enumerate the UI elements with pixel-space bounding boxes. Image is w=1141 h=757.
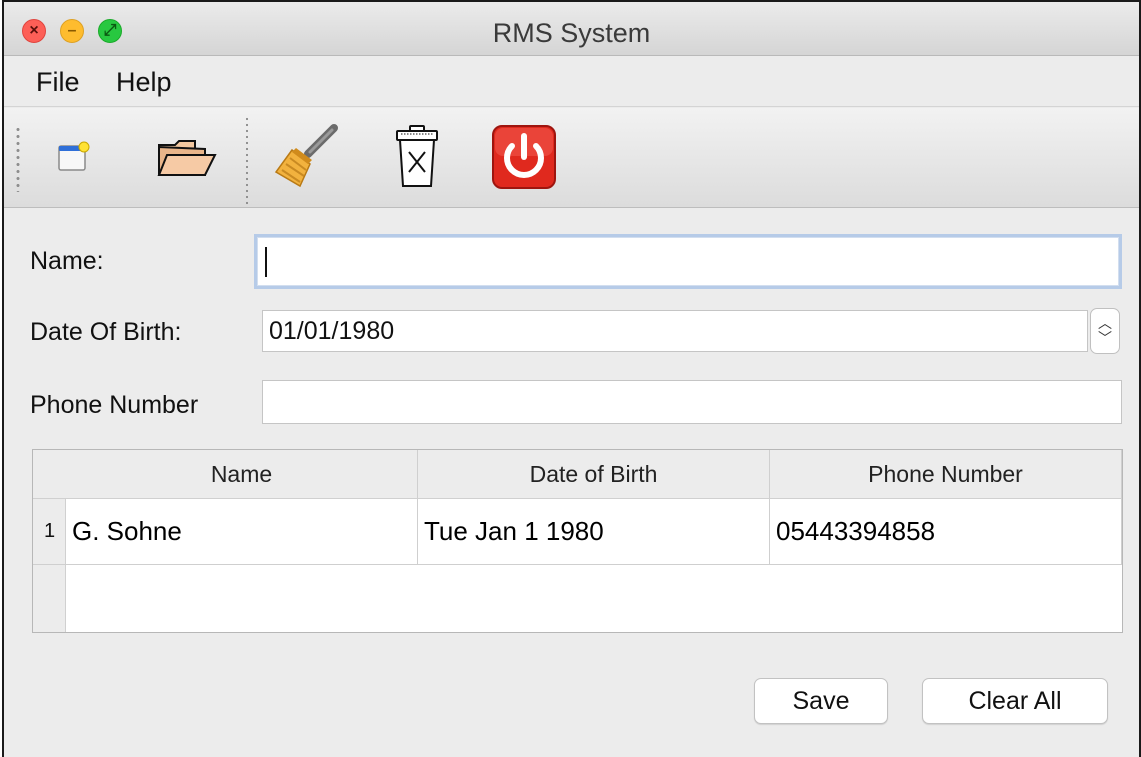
new-document-icon bbox=[58, 141, 90, 171]
trash-icon bbox=[396, 125, 438, 187]
column-header-phone[interactable]: Phone Number bbox=[770, 450, 1122, 499]
app-window: × – ⤢ RMS System File Help Name: Date Of… bbox=[2, 0, 1141, 757]
table-corner[interactable] bbox=[33, 450, 66, 499]
title-bar: × – ⤢ RMS System bbox=[4, 2, 1139, 56]
new-record-button[interactable] bbox=[40, 124, 106, 190]
quit-button[interactable] bbox=[491, 124, 557, 190]
name-label: Name: bbox=[30, 247, 104, 275]
records-table[interactable]: Name Date of Birth Phone Number 1 G. Soh… bbox=[32, 449, 1123, 633]
dob-input[interactable]: 01/01/1980 bbox=[262, 310, 1088, 352]
phone-input[interactable] bbox=[262, 380, 1122, 424]
save-button[interactable]: Save bbox=[754, 678, 888, 724]
column-header-dob[interactable]: Date of Birth bbox=[418, 450, 770, 499]
dob-stepper[interactable]: ︿ ﹀ bbox=[1090, 308, 1120, 354]
clear-form-button[interactable] bbox=[274, 124, 340, 190]
cell-dob[interactable]: Tue Jan 1 1980 bbox=[418, 499, 770, 565]
menu-file[interactable]: File bbox=[36, 67, 80, 98]
column-header-name[interactable]: Name bbox=[66, 450, 418, 499]
menu-bar: File Help bbox=[4, 57, 1139, 107]
cell-name[interactable]: G. Sohne bbox=[66, 499, 418, 565]
chevron-up-icon[interactable]: ︿ bbox=[1098, 316, 1112, 331]
menu-help[interactable]: Help bbox=[116, 67, 172, 98]
dob-input-value: 01/01/1980 bbox=[269, 316, 395, 345]
delete-record-button[interactable] bbox=[384, 124, 450, 190]
text-caret bbox=[265, 246, 267, 277]
phone-label: Phone Number bbox=[30, 391, 199, 419]
open-file-button[interactable] bbox=[154, 124, 220, 190]
power-icon bbox=[492, 125, 556, 189]
clear-all-button[interactable]: Clear All bbox=[922, 678, 1108, 724]
toolbar-grip[interactable] bbox=[16, 126, 20, 192]
broom-icon bbox=[274, 124, 338, 188]
toolbar bbox=[4, 108, 1139, 208]
cell-phone[interactable]: 05443394858 bbox=[770, 499, 1122, 565]
row-number[interactable]: 1 bbox=[33, 499, 66, 565]
chevron-down-icon[interactable]: ﹀ bbox=[1098, 331, 1112, 346]
name-input[interactable] bbox=[254, 234, 1122, 289]
window-title: RMS System bbox=[492, 18, 651, 48]
dob-label: Date Of Birth: bbox=[30, 318, 182, 346]
open-folder-icon bbox=[157, 140, 217, 176]
toolbar-separator bbox=[246, 116, 248, 206]
